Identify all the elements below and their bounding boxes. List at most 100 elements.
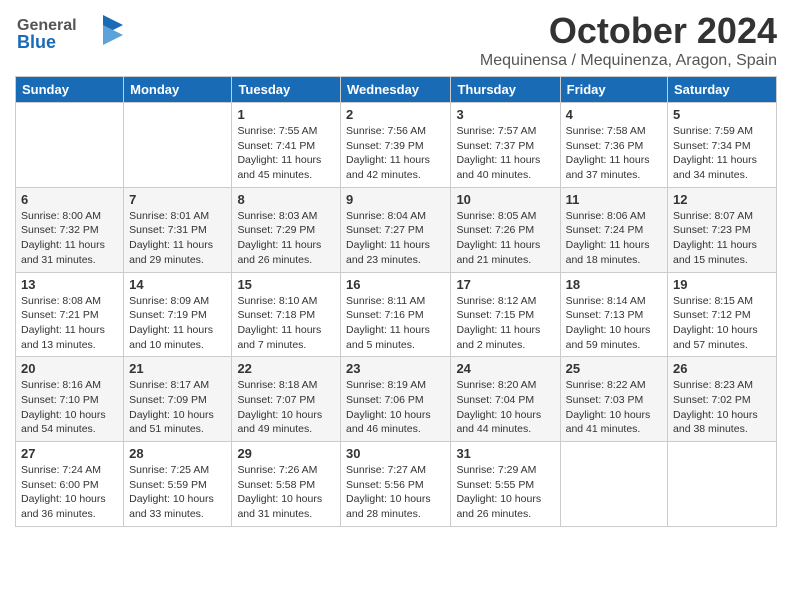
- day-info: Sunrise: 7:27 AMSunset: 5:56 PMDaylight:…: [346, 463, 445, 522]
- header-day-wednesday: Wednesday: [341, 77, 451, 103]
- day-number: 6: [21, 192, 118, 207]
- calendar: SundayMondayTuesdayWednesdayThursdayFrid…: [15, 76, 777, 527]
- calendar-cell: 13 Sunrise: 8:08 AMSunset: 7:21 PMDayligh…: [16, 272, 124, 357]
- day-info: Sunrise: 8:19 AMSunset: 7:06 PMDaylight:…: [346, 378, 445, 437]
- calendar-cell: [668, 442, 777, 527]
- calendar-cell: 4Sunrise: 7:58 AMSunset: 7:36 PMDaylight…: [560, 103, 667, 188]
- day-info: Sunrise: 8:23 AMSunset: 7:02 PMDaylight:…: [673, 378, 771, 437]
- day-number: 13: [21, 277, 118, 292]
- day-number: 14: [129, 277, 226, 292]
- day-info: Sunrise: 8:14 AMSunset: 7:13 PMDaylight:…: [566, 294, 662, 353]
- day-info: Sunrise: 8:07 AMSunset: 7:23 PMDaylight:…: [673, 209, 771, 268]
- day-info: Sunrise: 8:12 AMSunset: 7:15 PMDaylight:…: [456, 294, 554, 353]
- calendar-cell: 9 Sunrise: 8:04 AMSunset: 7:27 PMDaylight…: [341, 187, 451, 272]
- day-number: 25: [566, 361, 662, 376]
- logo-row: General Blue: [15, 10, 125, 60]
- calendar-cell: 19 Sunrise: 8:15 AMSunset: 7:12 PMDayligh…: [668, 272, 777, 357]
- day-number: 21: [129, 361, 226, 376]
- header-day-tuesday: Tuesday: [232, 77, 341, 103]
- day-number: 11: [566, 192, 662, 207]
- day-info: Sunrise: 7:25 AMSunset: 5:59 PMDaylight:…: [129, 463, 226, 522]
- day-info: Sunrise: 8:18 AMSunset: 7:07 PMDaylight:…: [237, 378, 335, 437]
- day-info: Sunrise: 8:16 AMSunset: 7:10 PMDaylight:…: [21, 378, 118, 437]
- logo-area: General Blue: [15, 10, 125, 60]
- day-number: 17: [456, 277, 554, 292]
- day-info: Sunrise: 7:56 AMSunset: 7:39 PMDaylight:…: [346, 124, 445, 183]
- day-number: 8: [237, 192, 335, 207]
- day-number: 28: [129, 446, 226, 461]
- calendar-cell: 27 Sunrise: 7:24 AMSunset: 6:00 PMDayligh…: [16, 442, 124, 527]
- calendar-cell: 20 Sunrise: 8:16 AMSunset: 7:10 PMDayligh…: [16, 357, 124, 442]
- header-day-monday: Monday: [124, 77, 232, 103]
- day-number: 10: [456, 192, 554, 207]
- calendar-cell: 21Sunrise: 8:17 AMSunset: 7:09 PMDayligh…: [124, 357, 232, 442]
- calendar-week-4: 20 Sunrise: 8:16 AMSunset: 7:10 PMDayligh…: [16, 357, 777, 442]
- main-title: October 2024: [480, 10, 777, 52]
- day-info: Sunrise: 8:20 AMSunset: 7:04 PMDaylight:…: [456, 378, 554, 437]
- day-info: Sunrise: 8:11 AMSunset: 7:16 PMDaylight:…: [346, 294, 445, 353]
- calendar-cell: 14 Sunrise: 8:09 AMSunset: 7:19 PMDayligh…: [124, 272, 232, 357]
- calendar-cell: [16, 103, 124, 188]
- day-info: Sunrise: 8:04 AMSunset: 7:27 PMDaylight:…: [346, 209, 445, 268]
- day-info: Sunrise: 8:22 AMSunset: 7:03 PMDaylight:…: [566, 378, 662, 437]
- day-number: 31: [456, 446, 554, 461]
- day-info: Sunrise: 8:09 AMSunset: 7:19 PMDaylight:…: [129, 294, 226, 353]
- day-number: 20: [21, 361, 118, 376]
- day-info: Sunrise: 7:57 AMSunset: 7:37 PMDaylight:…: [456, 124, 554, 183]
- calendar-cell: 16Sunrise: 8:11 AMSunset: 7:16 PMDayligh…: [341, 272, 451, 357]
- day-info: Sunrise: 8:03 AMSunset: 7:29 PMDaylight:…: [237, 209, 335, 268]
- day-info: Sunrise: 8:08 AMSunset: 7:21 PMDaylight:…: [21, 294, 118, 353]
- day-number: 26: [673, 361, 771, 376]
- day-number: 5: [673, 107, 771, 122]
- calendar-cell: 2 Sunrise: 7:56 AMSunset: 7:39 PMDaylight…: [341, 103, 451, 188]
- calendar-cell: 8 Sunrise: 8:03 AMSunset: 7:29 PMDaylight…: [232, 187, 341, 272]
- day-number: 18: [566, 277, 662, 292]
- calendar-cell: 17 Sunrise: 8:12 AMSunset: 7:15 PMDayligh…: [451, 272, 560, 357]
- day-info: Sunrise: 7:26 AMSunset: 5:58 PMDaylight:…: [237, 463, 335, 522]
- day-info: Sunrise: 7:24 AMSunset: 6:00 PMDaylight:…: [21, 463, 118, 522]
- day-number: 27: [21, 446, 118, 461]
- calendar-cell: [124, 103, 232, 188]
- calendar-cell: 3Sunrise: 7:57 AMSunset: 7:37 PMDaylight…: [451, 103, 560, 188]
- calendar-cell: [560, 442, 667, 527]
- calendar-cell: 25 Sunrise: 8:22 AMSunset: 7:03 PMDayligh…: [560, 357, 667, 442]
- header-day-saturday: Saturday: [668, 77, 777, 103]
- day-number: 9: [346, 192, 445, 207]
- calendar-cell: 5 Sunrise: 7:59 AMSunset: 7:34 PMDaylight…: [668, 103, 777, 188]
- day-number: 29: [237, 446, 335, 461]
- day-number: 23: [346, 361, 445, 376]
- calendar-cell: 26 Sunrise: 8:23 AMSunset: 7:02 PMDayligh…: [668, 357, 777, 442]
- day-number: 24: [456, 361, 554, 376]
- calendar-cell: 6Sunrise: 8:00 AMSunset: 7:32 PMDaylight…: [16, 187, 124, 272]
- day-number: 19: [673, 277, 771, 292]
- logo: General Blue: [15, 10, 125, 60]
- day-number: 22: [237, 361, 335, 376]
- header-day-sunday: Sunday: [16, 77, 124, 103]
- calendar-week-5: 27 Sunrise: 7:24 AMSunset: 6:00 PMDayligh…: [16, 442, 777, 527]
- day-info: Sunrise: 7:55 AMSunset: 7:41 PMDaylight:…: [237, 124, 335, 183]
- day-info: Sunrise: 7:58 AMSunset: 7:36 PMDaylight:…: [566, 124, 662, 183]
- calendar-cell: 7Sunrise: 8:01 AMSunset: 7:31 PMDaylight…: [124, 187, 232, 272]
- calendar-cell: 1Sunrise: 7:55 AMSunset: 7:41 PMDaylight…: [232, 103, 341, 188]
- calendar-cell: 18 Sunrise: 8:14 AMSunset: 7:13 PMDayligh…: [560, 272, 667, 357]
- day-number: 15: [237, 277, 335, 292]
- header-day-friday: Friday: [560, 77, 667, 103]
- day-info: Sunrise: 8:10 AMSunset: 7:18 PMDaylight:…: [237, 294, 335, 353]
- header-day-thursday: Thursday: [451, 77, 560, 103]
- day-number: 12: [673, 192, 771, 207]
- calendar-cell: 12 Sunrise: 8:07 AMSunset: 7:23 PMDayligh…: [668, 187, 777, 272]
- calendar-cell: 11 Sunrise: 8:06 AMSunset: 7:24 PMDayligh…: [560, 187, 667, 272]
- calendar-cell: 23 Sunrise: 8:19 AMSunset: 7:06 PMDayligh…: [341, 357, 451, 442]
- day-info: Sunrise: 8:01 AMSunset: 7:31 PMDaylight:…: [129, 209, 226, 268]
- subtitle: Mequinensa / Mequinenza, Aragon, Spain: [480, 52, 777, 70]
- day-number: 2: [346, 107, 445, 122]
- calendar-cell: 10Sunrise: 8:05 AMSunset: 7:26 PMDayligh…: [451, 187, 560, 272]
- calendar-week-2: 6Sunrise: 8:00 AMSunset: 7:32 PMDaylight…: [16, 187, 777, 272]
- day-info: Sunrise: 7:59 AMSunset: 7:34 PMDaylight:…: [673, 124, 771, 183]
- calendar-cell: 24 Sunrise: 8:20 AMSunset: 7:04 PMDayligh…: [451, 357, 560, 442]
- calendar-cell: 29 Sunrise: 7:26 AMSunset: 5:58 PMDayligh…: [232, 442, 341, 527]
- day-info: Sunrise: 8:15 AMSunset: 7:12 PMDaylight:…: [673, 294, 771, 353]
- calendar-week-3: 13 Sunrise: 8:08 AMSunset: 7:21 PMDayligh…: [16, 272, 777, 357]
- calendar-cell: 31Sunrise: 7:29 AMSunset: 5:55 PMDayligh…: [451, 442, 560, 527]
- day-info: Sunrise: 8:06 AMSunset: 7:24 PMDaylight:…: [566, 209, 662, 268]
